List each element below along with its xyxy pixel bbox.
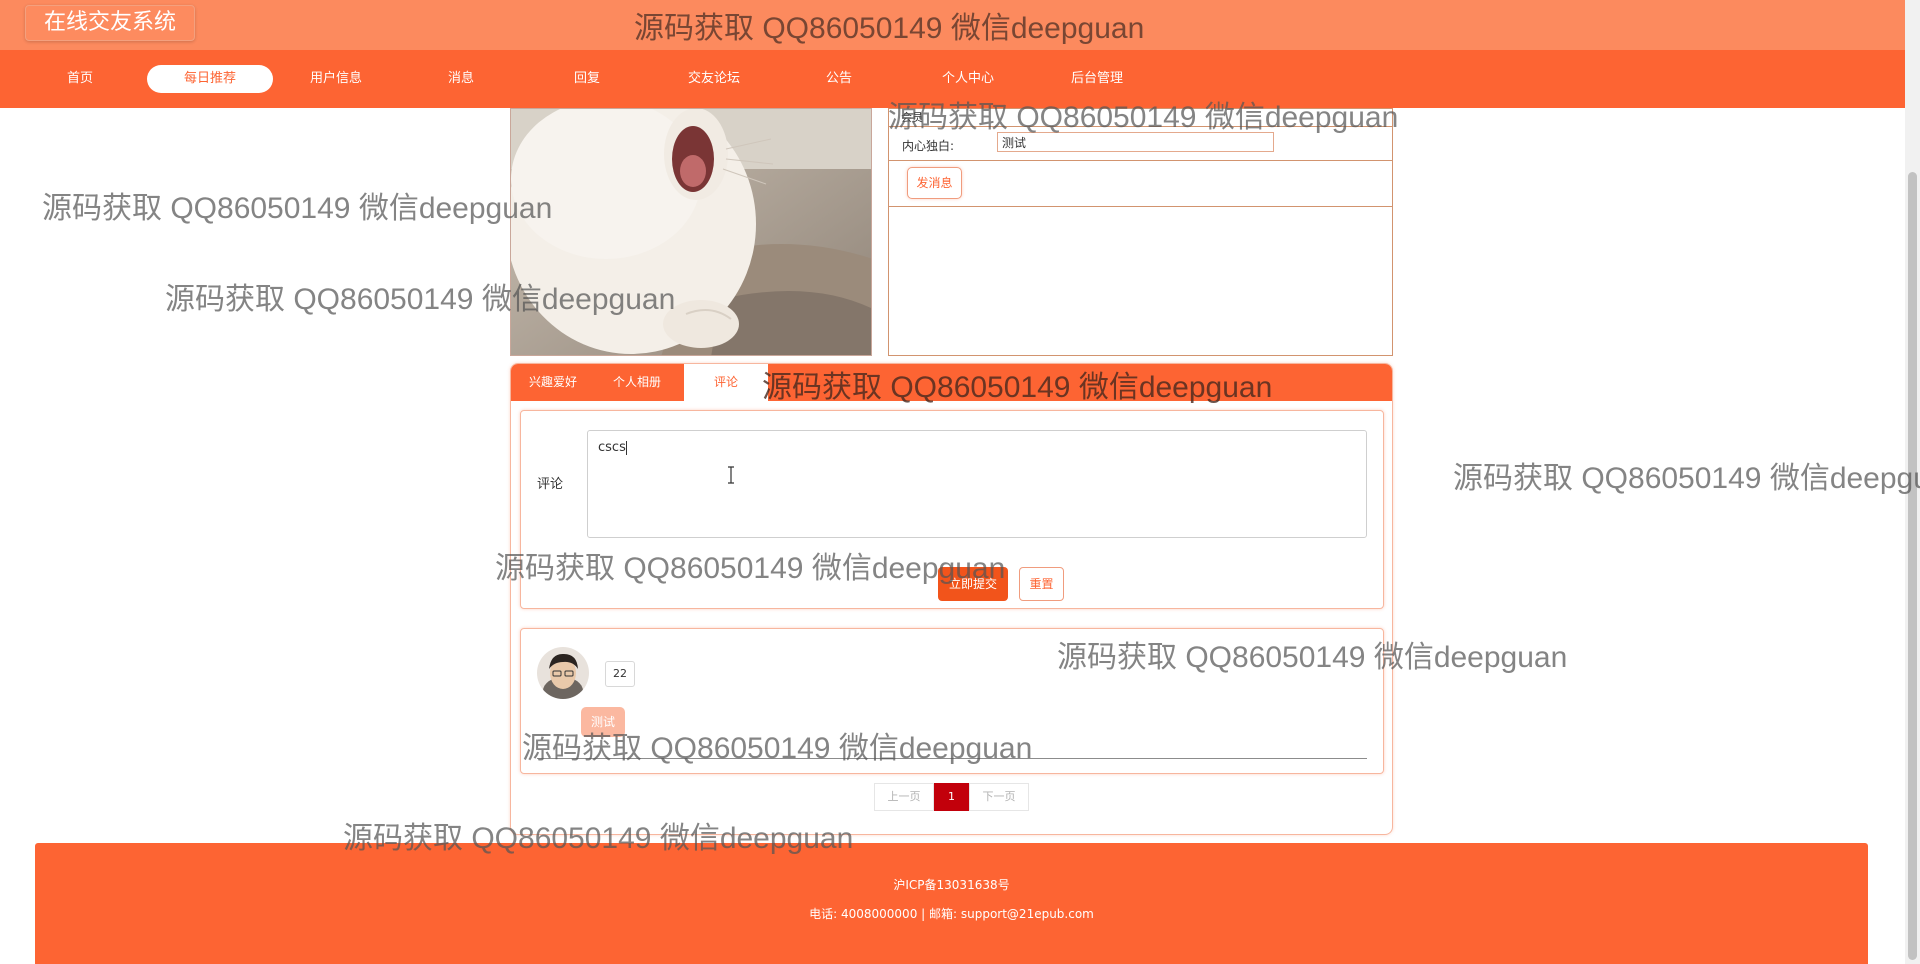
comment-item: 22 测试 <box>520 628 1384 774</box>
send-row: 发消息 <box>889 161 1392 207</box>
comment-text: cscs <box>598 440 626 455</box>
nav-announcements[interactable]: 公告 <box>776 65 902 93</box>
message-panel: 会员 内心独白: 发消息 <box>888 108 1393 356</box>
tab-hobbies[interactable]: 兴趣爱好 <box>511 364 595 401</box>
comment-label: 评论 <box>537 477 564 492</box>
inner-monologue-input[interactable] <box>997 132 1274 152</box>
nav-home[interactable]: 首页 <box>17 65 143 93</box>
nav-messages[interactable]: 消息 <box>398 65 524 93</box>
nav-personal-center[interactable]: 个人中心 <box>905 65 1031 93</box>
submit-comment-button[interactable]: 立即提交 <box>938 567 1008 601</box>
member-label: 会员 <box>901 111 923 124</box>
text-caret <box>625 440 627 455</box>
tab-comments[interactable]: 评论 <box>684 364 768 401</box>
prev-page-button[interactable]: 上一页 <box>874 783 934 811</box>
avatar[interactable] <box>537 647 589 699</box>
comment-form: 评论 cscs 立即提交 重置 <box>520 410 1384 609</box>
reset-button[interactable]: 重置 <box>1019 567 1064 601</box>
inner-monologue-label: 内心独白: <box>902 139 955 153</box>
comment-content: 测试 <box>581 707 625 737</box>
watermark: 源码获取 QQ86050149 微信deepguan <box>42 192 553 225</box>
next-page-button[interactable]: 下一页 <box>969 783 1029 811</box>
divider <box>537 758 1367 759</box>
site-logo[interactable]: 在线交友系统 <box>25 5 196 41</box>
user-photo <box>510 108 872 356</box>
inner-monologue-row: 内心独白: <box>889 127 1392 161</box>
nav-admin[interactable]: 后台管理 <box>1034 65 1160 93</box>
page-scrollbar[interactable] <box>1905 0 1920 964</box>
member-row: 会员 <box>889 109 1392 127</box>
page-1-button[interactable]: 1 <box>934 783 969 811</box>
nav-user-info[interactable]: 用户信息 <box>273 65 399 93</box>
tab-bar: 兴趣爱好 个人相册 评论 <box>511 364 1392 401</box>
main-nav: 首页 每日推荐 用户信息 消息 回复 交友论坛 公告 个人中心 后台管理 <box>0 50 1905 108</box>
footer: 沪ICP备13031638号 电话: 4008000000 | 邮箱: supp… <box>35 843 1868 964</box>
comment-textarea[interactable]: cscs <box>587 430 1367 538</box>
top-header: 在线交友系统 <box>0 0 1905 50</box>
nav-forum[interactable]: 交友论坛 <box>651 65 777 93</box>
text-cursor-icon <box>728 466 734 484</box>
profile-tabs-panel: 兴趣爱好 个人相册 评论 评论 cscs 立即提交 重置 22 测试 上一页 1… <box>510 363 1393 835</box>
nav-daily-recommend[interactable]: 每日推荐 <box>147 65 273 93</box>
comment-username: 22 <box>605 661 635 687</box>
watermark: 源码获取 QQ86050149 微信deepguan <box>1453 462 1920 495</box>
send-message-button[interactable]: 发消息 <box>907 167 962 199</box>
footer-contact: 电话: 4008000000 | 邮箱: support@21epub.com <box>809 907 1094 921</box>
tab-album[interactable]: 个人相册 <box>595 364 679 401</box>
footer-icp: 沪ICP备13031638号 <box>893 878 1010 892</box>
nav-replies[interactable]: 回复 <box>524 65 650 93</box>
scrollbar-thumb[interactable] <box>1908 172 1917 960</box>
